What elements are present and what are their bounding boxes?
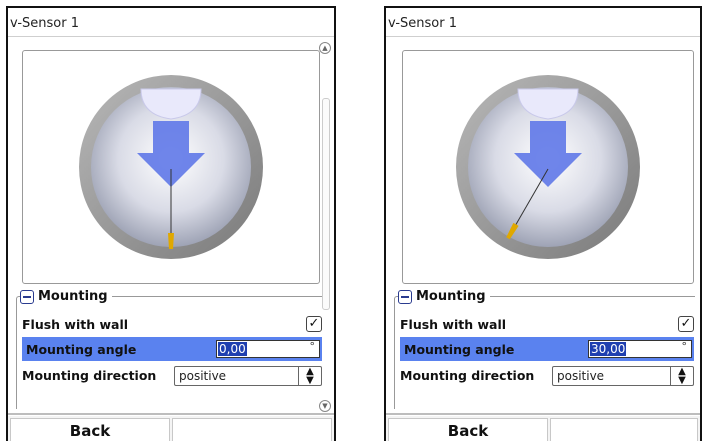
back-button[interactable]: Back — [388, 418, 548, 441]
mounting-direction-value: positive — [557, 369, 605, 383]
pipe-cross-section-diagram — [79, 75, 263, 259]
button-bar: Back — [8, 416, 334, 441]
panel-title: v-Sensor 1 — [388, 16, 457, 31]
sensor-visualization — [402, 50, 694, 284]
scrollbar-thumb[interactable] — [322, 98, 330, 310]
sensor-panel-right: v-Sensor 1 Mounting Flush with wall ✓ Mo… — [384, 6, 702, 441]
mounting-direction-row: Mounting direction positive ▲ ▼ — [22, 363, 322, 387]
mounting-angle-unit: ° — [309, 340, 316, 353]
mounting-group-header[interactable]: Mounting — [20, 289, 112, 304]
button-bar: Back — [386, 416, 700, 441]
updown-arrows-icon[interactable]: ▲ ▼ — [298, 367, 321, 386]
title-divider — [386, 36, 700, 37]
pipe-cross-section-diagram — [456, 75, 640, 259]
updown-arrows-icon[interactable]: ▲ ▼ — [670, 367, 693, 386]
secondary-button[interactable] — [550, 418, 698, 441]
mounting-direction-label: Mounting direction — [400, 367, 535, 383]
mounting-angle-row: Mounting angle 0,00 ° — [22, 337, 322, 361]
bottom-divider — [386, 413, 700, 415]
mounting-direction-row: Mounting direction positive ▲ ▼ — [400, 363, 694, 387]
mounting-angle-input[interactable]: 30,00 ° — [588, 340, 692, 358]
secondary-button[interactable] — [172, 418, 332, 441]
mounting-angle-label: Mounting angle — [26, 341, 137, 357]
panel-title: v-Sensor 1 — [10, 16, 79, 31]
bottom-divider — [8, 413, 334, 415]
flush-with-wall-checkbox[interactable]: ✓ — [678, 316, 694, 332]
mounting-direction-select[interactable]: positive ▲ ▼ — [174, 366, 322, 386]
mounting-angle-unit: ° — [681, 340, 688, 353]
mounting-group-header[interactable]: Mounting — [398, 289, 490, 304]
collapse-minus-icon[interactable] — [20, 289, 34, 304]
sensor-panel-left: v-Sensor 1 ▲ ▼ Mounting Flush with wall … — [6, 6, 336, 441]
mounting-angle-value: 0,00 — [218, 342, 247, 356]
mounting-angle-row: Mounting angle 30,00 ° — [400, 337, 694, 361]
mounting-direction-select[interactable]: positive ▲ ▼ — [552, 366, 694, 386]
check-icon: ✓ — [680, 316, 692, 331]
mounting-group-label: Mounting — [38, 289, 108, 304]
mounting-direction-label: Mounting direction — [22, 367, 157, 383]
flush-with-wall-row: Flush with wall ✓ — [22, 312, 322, 336]
mounting-angle-label: Mounting angle — [404, 341, 515, 357]
title-divider — [8, 36, 334, 37]
mounting-angle-value: 30,00 — [590, 342, 627, 356]
collapse-minus-icon[interactable] — [398, 289, 412, 304]
sensor-visualization — [22, 50, 320, 284]
flush-with-wall-row: Flush with wall ✓ — [400, 312, 694, 336]
mounting-direction-value: positive — [179, 369, 227, 383]
mounting-group-label: Mounting — [416, 289, 486, 304]
flush-with-wall-label: Flush with wall — [22, 316, 129, 332]
flush-with-wall-checkbox[interactable]: ✓ — [306, 316, 322, 332]
scroll-up-icon[interactable]: ▲ — [319, 42, 331, 54]
mounting-angle-input[interactable]: 0,00 ° — [216, 340, 320, 358]
back-button[interactable]: Back — [10, 418, 170, 441]
flush-with-wall-label: Flush with wall — [400, 316, 507, 332]
check-icon: ✓ — [308, 316, 320, 331]
